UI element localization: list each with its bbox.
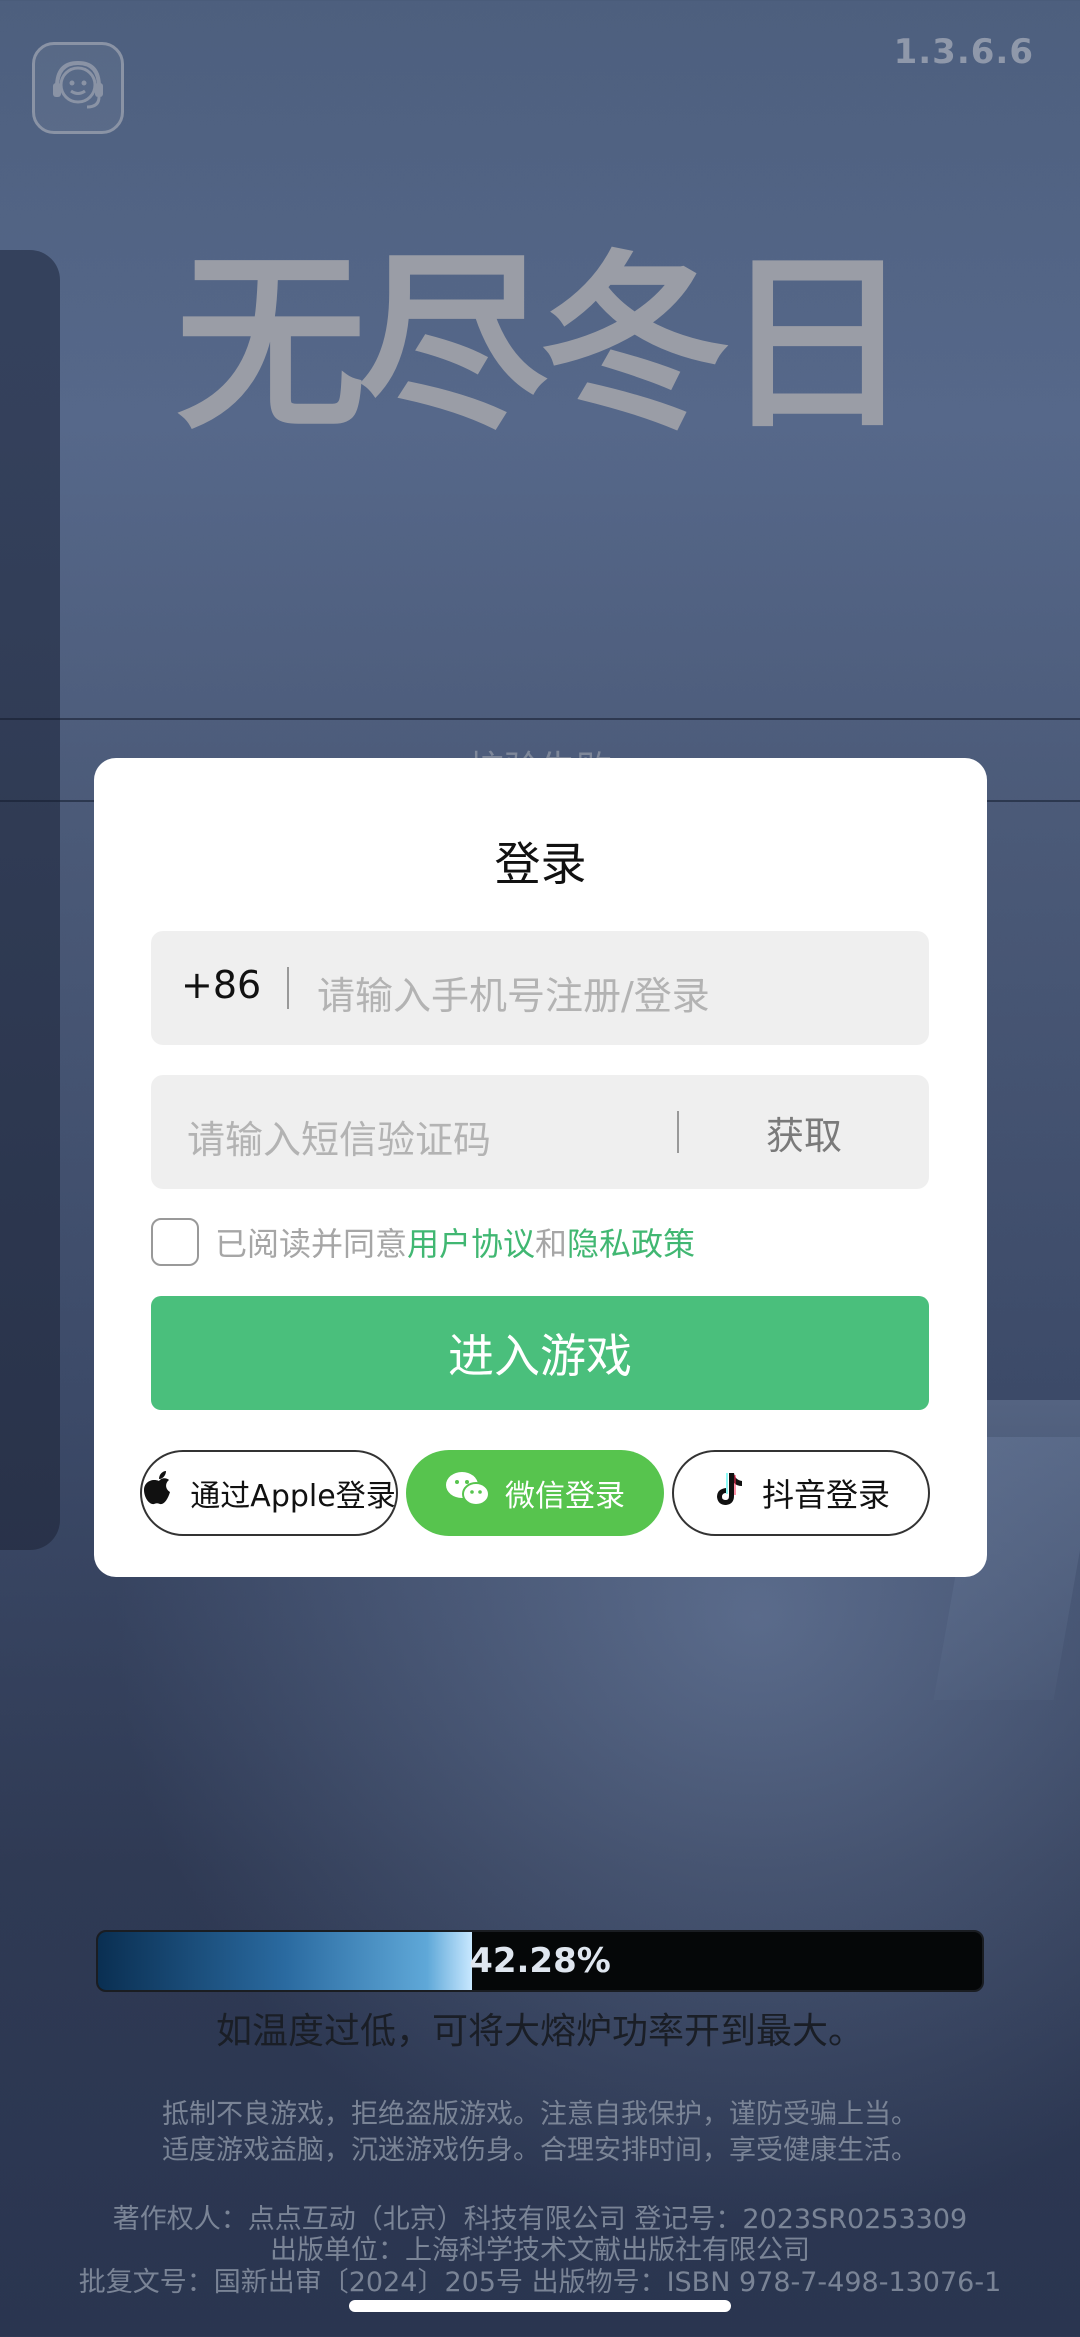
login-dialog: 登录 +86 请输入手机号注册/登录 请输入短信验证码 获取 已阅读并同意用户协… (94, 758, 987, 1577)
apple-login-button[interactable]: 通过Apple登录 (140, 1450, 398, 1536)
dialog-title: 登录 (494, 837, 587, 891)
agreement-row: 已阅读并同意用户协议和隐私政策 (151, 1218, 695, 1266)
version-label: 1.3.6.6 (893, 32, 1034, 72)
agreement-prefix: 已阅读并同意 (215, 1225, 408, 1263)
douyin-login-button[interactable]: 抖音登录 (672, 1450, 930, 1536)
agreement-checkbox[interactable] (151, 1218, 199, 1266)
agreement-and: 和 (535, 1225, 568, 1263)
health-notice-line: 抵制不良游戏，拒绝盗版游戏。注意自我保护，谨防受骗上当。 (162, 2099, 918, 2130)
customer-support-button[interactable] (32, 42, 124, 134)
health-notice-line: 适度游戏益脑，沉迷游戏伤身。合理安排时间，享受健康生活。 (162, 2135, 918, 2166)
home-indicator[interactable] (349, 2300, 731, 2312)
divider-line (0, 718, 1080, 720)
game-logo: 无尽冬日 (175, 234, 912, 455)
field-divider (287, 967, 289, 1009)
headset-icon (47, 55, 109, 121)
user-agreement-link[interactable]: 用户协议 (407, 1225, 535, 1263)
loading-tip: 如温度过低，可将大熔炉功率开到最大。 (215, 2011, 864, 2052)
wechat-login-label: 微信登录 (505, 1479, 625, 1514)
apple-login-label: 通过Apple登录 (190, 1479, 396, 1514)
wechat-icon (445, 1469, 491, 1517)
phone-placeholder: 请输入手机号注册/登录 (317, 974, 710, 1018)
phone-input[interactable]: +86 请输入手机号注册/登录 (151, 931, 929, 1045)
sms-placeholder: 请输入短信验证码 (187, 1118, 492, 1162)
wechat-login-button[interactable]: 微信登录 (406, 1450, 664, 1536)
apple-icon (142, 1469, 176, 1517)
country-code[interactable]: +86 (181, 963, 261, 1007)
privacy-policy-link[interactable]: 隐私政策 (567, 1225, 695, 1263)
douyin-icon (712, 1469, 748, 1517)
progress-percent: 42.28% (469, 1941, 611, 1981)
enter-game-button[interactable]: 进入游戏 (151, 1296, 929, 1410)
copyright-line: 批复文号：国新出审〔2024〕205号 出版物号：ISBN 978-7-498-… (78, 2267, 1002, 2298)
sms-code-input[interactable]: 请输入短信验证码 获取 (151, 1075, 929, 1189)
background-rock-left (0, 250, 60, 1550)
loading-progress-bar: 42.28% (96, 1930, 984, 1992)
get-code-button[interactable]: 获取 (679, 1075, 929, 1189)
douyin-login-label: 抖音登录 (761, 1476, 890, 1514)
